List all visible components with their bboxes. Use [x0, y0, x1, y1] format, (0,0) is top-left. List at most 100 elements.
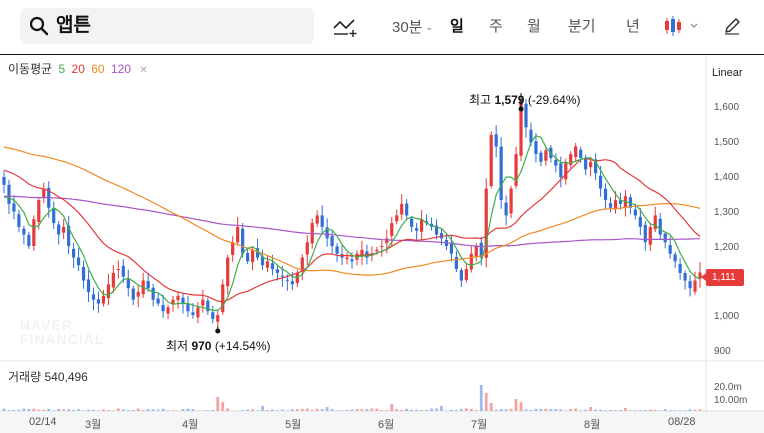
- volume-bar: [32, 408, 36, 411]
- candle-body: [410, 218, 414, 227]
- candle-body: [539, 152, 543, 162]
- volume-bar: [559, 409, 563, 411]
- candle-body: [106, 284, 110, 299]
- tab-period-quarter[interactable]: 분기: [568, 18, 596, 36]
- candle-body: [420, 219, 424, 232]
- high-annotation-label: 최고: [469, 93, 492, 107]
- tab-period-week[interactable]: 주: [489, 18, 503, 36]
- candle-body: [559, 163, 563, 178]
- candle-body: [241, 228, 245, 254]
- x-tick: 7월: [471, 419, 488, 431]
- volume-bar: [146, 409, 150, 411]
- volume-bar: [668, 410, 672, 411]
- tab-period-day[interactable]: 일: [450, 18, 464, 36]
- scale-type-select[interactable]: Linear: [712, 67, 743, 79]
- volume-bar: [42, 409, 46, 411]
- x-tick: 02/14: [29, 416, 57, 428]
- candle-body: [17, 214, 21, 227]
- candle-body: [37, 200, 41, 223]
- volume-bar: [102, 409, 105, 411]
- drawing-tool-icon[interactable]: [333, 17, 359, 37]
- candle-body: [385, 238, 389, 244]
- volume-bar: [365, 408, 369, 411]
- candle-body: [474, 246, 478, 257]
- interval-select[interactable]: 30분 ⌄: [392, 18, 433, 37]
- volume-bar: [2, 408, 6, 411]
- volume-bar: [246, 409, 249, 411]
- candle-body: [250, 249, 255, 263]
- low-annotation-label: 최저: [166, 339, 189, 353]
- volume-bar: [330, 409, 334, 411]
- volume-bar: [47, 408, 51, 411]
- volume-bar: [469, 408, 473, 411]
- volume-bar: [420, 410, 423, 411]
- candle-body: [81, 267, 86, 281]
- candle-body: [509, 188, 513, 214]
- y-tick: 1,300: [714, 207, 740, 218]
- price-chart[interactable]: NAVER FINANCIAL 이동평균 5 20 60 120 ✕ Linear…: [0, 56, 764, 433]
- tab-period-year[interactable]: 년: [626, 18, 640, 36]
- volume-bar: [290, 409, 294, 411]
- volume-bar: [206, 410, 210, 411]
- candle-body: [22, 228, 26, 235]
- candle-body: [375, 249, 379, 252]
- candle-body: [285, 279, 289, 281]
- volume-bar: [141, 410, 145, 411]
- interval-label: 30분: [392, 19, 423, 36]
- volume-tick: 20.0m: [714, 382, 742, 393]
- candle-body: [534, 141, 538, 155]
- search-query[interactable]: 앱튼: [56, 15, 91, 37]
- candle-body: [146, 281, 150, 289]
- candle-body: [191, 312, 195, 316]
- volume-bar: [499, 409, 503, 411]
- ma-legend-120: 120: [110, 62, 131, 76]
- candle-body: [131, 288, 135, 300]
- volume-bar: [633, 410, 637, 411]
- volume-bar: [435, 408, 438, 411]
- volume-bar: [151, 409, 155, 411]
- volume-bar: [216, 397, 220, 411]
- candle-body: [653, 215, 657, 230]
- close-icon[interactable]: ✕: [139, 65, 147, 76]
- candle-body: [544, 150, 548, 161]
- volume-bar: [87, 409, 90, 411]
- volume-bar: [554, 409, 558, 411]
- chart-canvas[interactable]: [0, 56, 764, 433]
- volume-bar: [136, 408, 140, 411]
- volume-bar: [688, 409, 692, 411]
- volume-bar: [400, 409, 404, 411]
- candle-body: [345, 257, 349, 260]
- candle-body: [156, 298, 160, 304]
- candle-body: [57, 224, 61, 235]
- candle-body: [380, 246, 384, 248]
- low-annotation-change: (+14.54%): [214, 339, 271, 353]
- x-tick: 8월: [584, 419, 601, 431]
- stock-search-box[interactable]: 앱튼: [20, 8, 314, 44]
- candle-body: [400, 203, 404, 215]
- candle-body: [320, 215, 324, 227]
- volume-bar: [673, 410, 677, 411]
- chart-type-icon[interactable]: [664, 15, 702, 37]
- tab-period-month[interactable]: 월: [527, 18, 541, 36]
- candle-body: [176, 295, 180, 301]
- volume-bar: [529, 409, 533, 411]
- chart-toolbar: 앱튼 30분 ⌄ 일 주 월 분기 년: [0, 0, 764, 55]
- volume-bar: [504, 409, 508, 411]
- candle-body: [350, 259, 354, 262]
- volume-bar: [72, 409, 75, 411]
- candle-body: [246, 253, 250, 262]
- low-annotation-value: 970: [191, 339, 212, 353]
- candle-body: [499, 146, 503, 201]
- volume-bar: [281, 409, 284, 411]
- candle-body: [265, 261, 270, 268]
- x-tick: 3월: [85, 419, 102, 431]
- volume-label: 거래량: [8, 370, 42, 384]
- candle-body: [668, 245, 672, 254]
- candle-body: [405, 203, 409, 216]
- candle-body: [589, 161, 593, 168]
- volume-bar: [186, 408, 190, 411]
- pencil-icon[interactable]: [722, 16, 742, 36]
- high-marker-dot: [518, 106, 524, 112]
- candle-body: [27, 234, 31, 247]
- candle-body: [12, 203, 16, 212]
